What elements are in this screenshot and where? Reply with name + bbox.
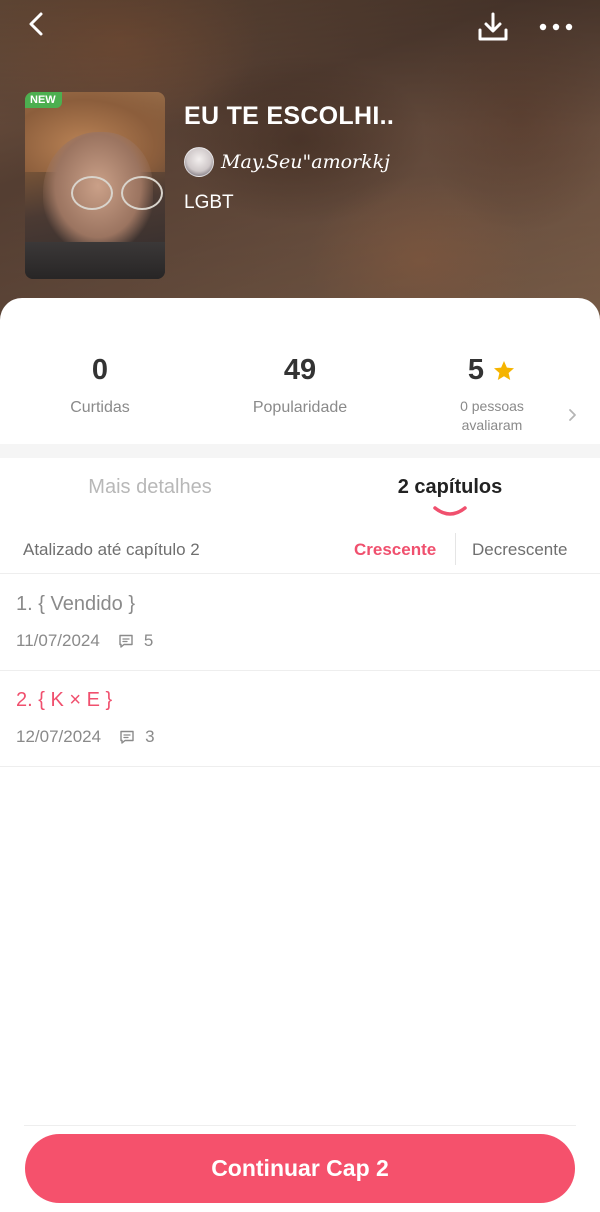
popularity-label: Popularidade: [252, 399, 348, 416]
chapter-comment-count: 3: [145, 727, 155, 746]
chapter-meta: 11/07/2024 5: [16, 631, 153, 651]
story-title: EU TE ESCOLHI..: [184, 102, 395, 130]
section-divider: [0, 444, 600, 458]
updated-status: Atalizado até capítulo 2: [23, 540, 200, 559]
continue-reading-button[interactable]: Continuar Cap 2: [25, 1134, 575, 1203]
chapter-row[interactable]: 2. { K × E } 12/07/2024 3: [0, 671, 600, 767]
sort-bar: Atalizado até capítulo 2 Crescente Decre…: [0, 524, 600, 574]
likes-label: Curtidas: [70, 399, 130, 416]
popularity-count: 49: [283, 354, 317, 386]
sort-descending-button[interactable]: Decrescente: [472, 540, 567, 560]
chapter-date: 11/07/2024: [16, 631, 100, 650]
chapter-date: 12/07/2024: [16, 727, 102, 746]
story-cover[interactable]: NEW: [25, 92, 165, 279]
chevron-right-icon[interactable]: [566, 408, 578, 422]
chapter-title: 2. { K × E }: [16, 689, 113, 711]
popularity-stat: 49 Popularidade: [200, 354, 400, 417]
chapter-row[interactable]: 1. { Vendido } 11/07/2024 5: [0, 575, 600, 671]
rating-label-line2: avaliaram: [461, 417, 523, 433]
new-badge: NEW: [25, 92, 62, 108]
download-icon: [478, 12, 508, 41]
stats-row: 0 Curtidas 49 Popularidade 5 0 pessoas a…: [0, 298, 600, 444]
tab-bar: Mais detalhes 2 capítulos: [0, 458, 600, 524]
tab-chapters[interactable]: 2 capítulos: [300, 476, 600, 499]
comment-icon: [120, 730, 134, 744]
comment-icon: [119, 634, 133, 648]
avatar: [184, 147, 214, 177]
sort-ascending-button[interactable]: Crescente: [354, 540, 436, 560]
back-button[interactable]: [22, 10, 52, 40]
chevron-left-icon: [29, 12, 43, 36]
star-icon: [494, 360, 515, 380]
likes-count: 0: [91, 354, 109, 386]
author-link[interactable]: May.Seu"amorkkj: [184, 146, 390, 178]
tab-active-indicator: [433, 506, 467, 516]
chapter-title: 1. { Vendido }: [16, 593, 136, 615]
download-button[interactable]: [476, 10, 510, 44]
more-horizontal-icon: [539, 23, 573, 31]
chapter-meta: 12/07/2024 3: [16, 727, 155, 747]
rating-label-line1: 0 pessoas: [460, 398, 524, 414]
likes-stat: 0 Curtidas: [0, 354, 200, 417]
author-name: May.Seu"amorkkj: [221, 151, 391, 173]
chapter-comment-count: 5: [143, 631, 154, 650]
rating-stat[interactable]: 5 0 pessoas avaliaram: [392, 354, 592, 435]
rating-value: 5: [467, 354, 485, 386]
more-options-button[interactable]: [536, 14, 576, 40]
tab-details[interactable]: Mais detalhes: [0, 476, 300, 499]
footer-divider: [24, 1125, 576, 1126]
sort-divider: [455, 533, 456, 565]
genre-tag[interactable]: LGBT: [184, 192, 234, 214]
story-details-card: 0 Curtidas 49 Popularidade 5 0 pessoas a…: [0, 298, 600, 1212]
